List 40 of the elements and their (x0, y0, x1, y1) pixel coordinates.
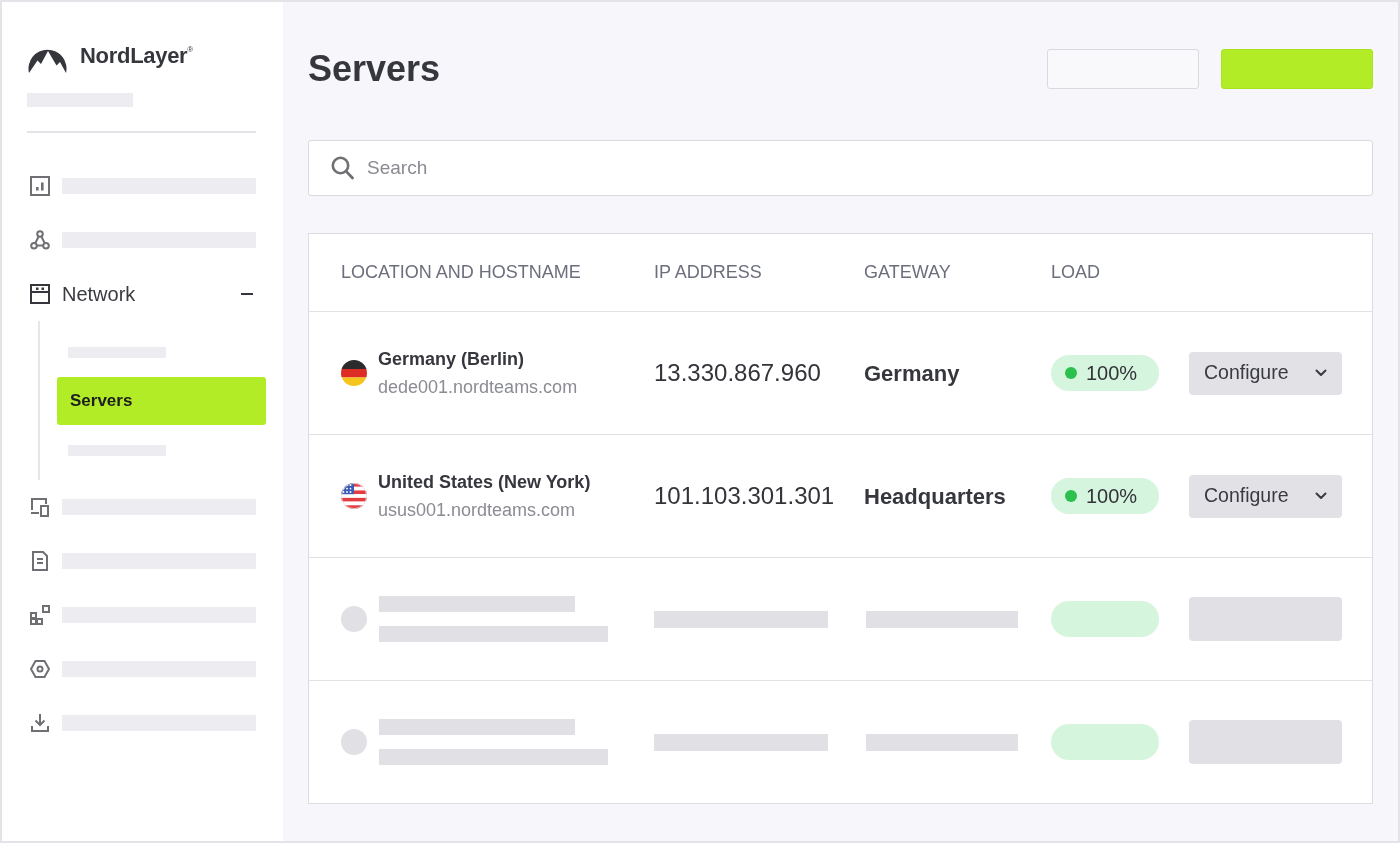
gateway-name: Headquarters (864, 483, 1006, 509)
skeleton-button[interactable] (1047, 49, 1199, 89)
chart-icon (30, 176, 50, 196)
download-icon (30, 713, 50, 733)
column-header: IP ADDRESS (654, 262, 762, 282)
hexagon-icon (30, 659, 50, 679)
nodes-icon (30, 230, 50, 250)
skeleton-dot-icon (341, 606, 367, 632)
skeleton-button[interactable] (1221, 49, 1373, 89)
status-dot-icon (1065, 367, 1077, 379)
configure-button[interactable]: Configure (1189, 474, 1342, 518)
location-name: Germany (Berlin) (378, 348, 526, 371)
flag-icon (341, 483, 367, 509)
sidebar-subitem[interactable]: Servers (57, 377, 266, 425)
window-icon (30, 284, 50, 304)
gateway-name: Germany (864, 360, 960, 386)
devices-icon (30, 497, 50, 517)
load-value: 100% (1086, 361, 1138, 386)
ip-address: 101.103.301.301 (654, 482, 835, 509)
status-dot-icon (1065, 490, 1077, 502)
column-header: GATEWAY (864, 262, 951, 282)
skeleton-dot-icon (341, 729, 367, 755)
caret-icon (1315, 492, 1327, 500)
column-header: LOAD (1051, 262, 1101, 282)
column-header: LOCATION AND HOSTNAME (341, 262, 581, 282)
hostname: dede001.nordteams.com (378, 376, 578, 399)
search-field[interactable]: Search (308, 140, 1373, 196)
hostname: usus001.nordteams.com (378, 499, 577, 522)
caret-icon (1315, 369, 1327, 377)
blocks-icon (30, 605, 50, 625)
flag-icon (341, 360, 367, 386)
load-value: 100% (1086, 484, 1138, 509)
ip-address: 13.330.867.960 (654, 359, 821, 386)
configure-button[interactable]: Configure (1189, 351, 1342, 395)
search-icon (331, 156, 354, 180)
logo-text: NordLayer$^{®}$ (80, 45, 193, 67)
document-icon (30, 551, 50, 571)
page-title: Servers (308, 49, 441, 89)
location-name: United States (New York) (378, 471, 591, 494)
sidebar-item[interactable]: Network (27, 267, 258, 321)
